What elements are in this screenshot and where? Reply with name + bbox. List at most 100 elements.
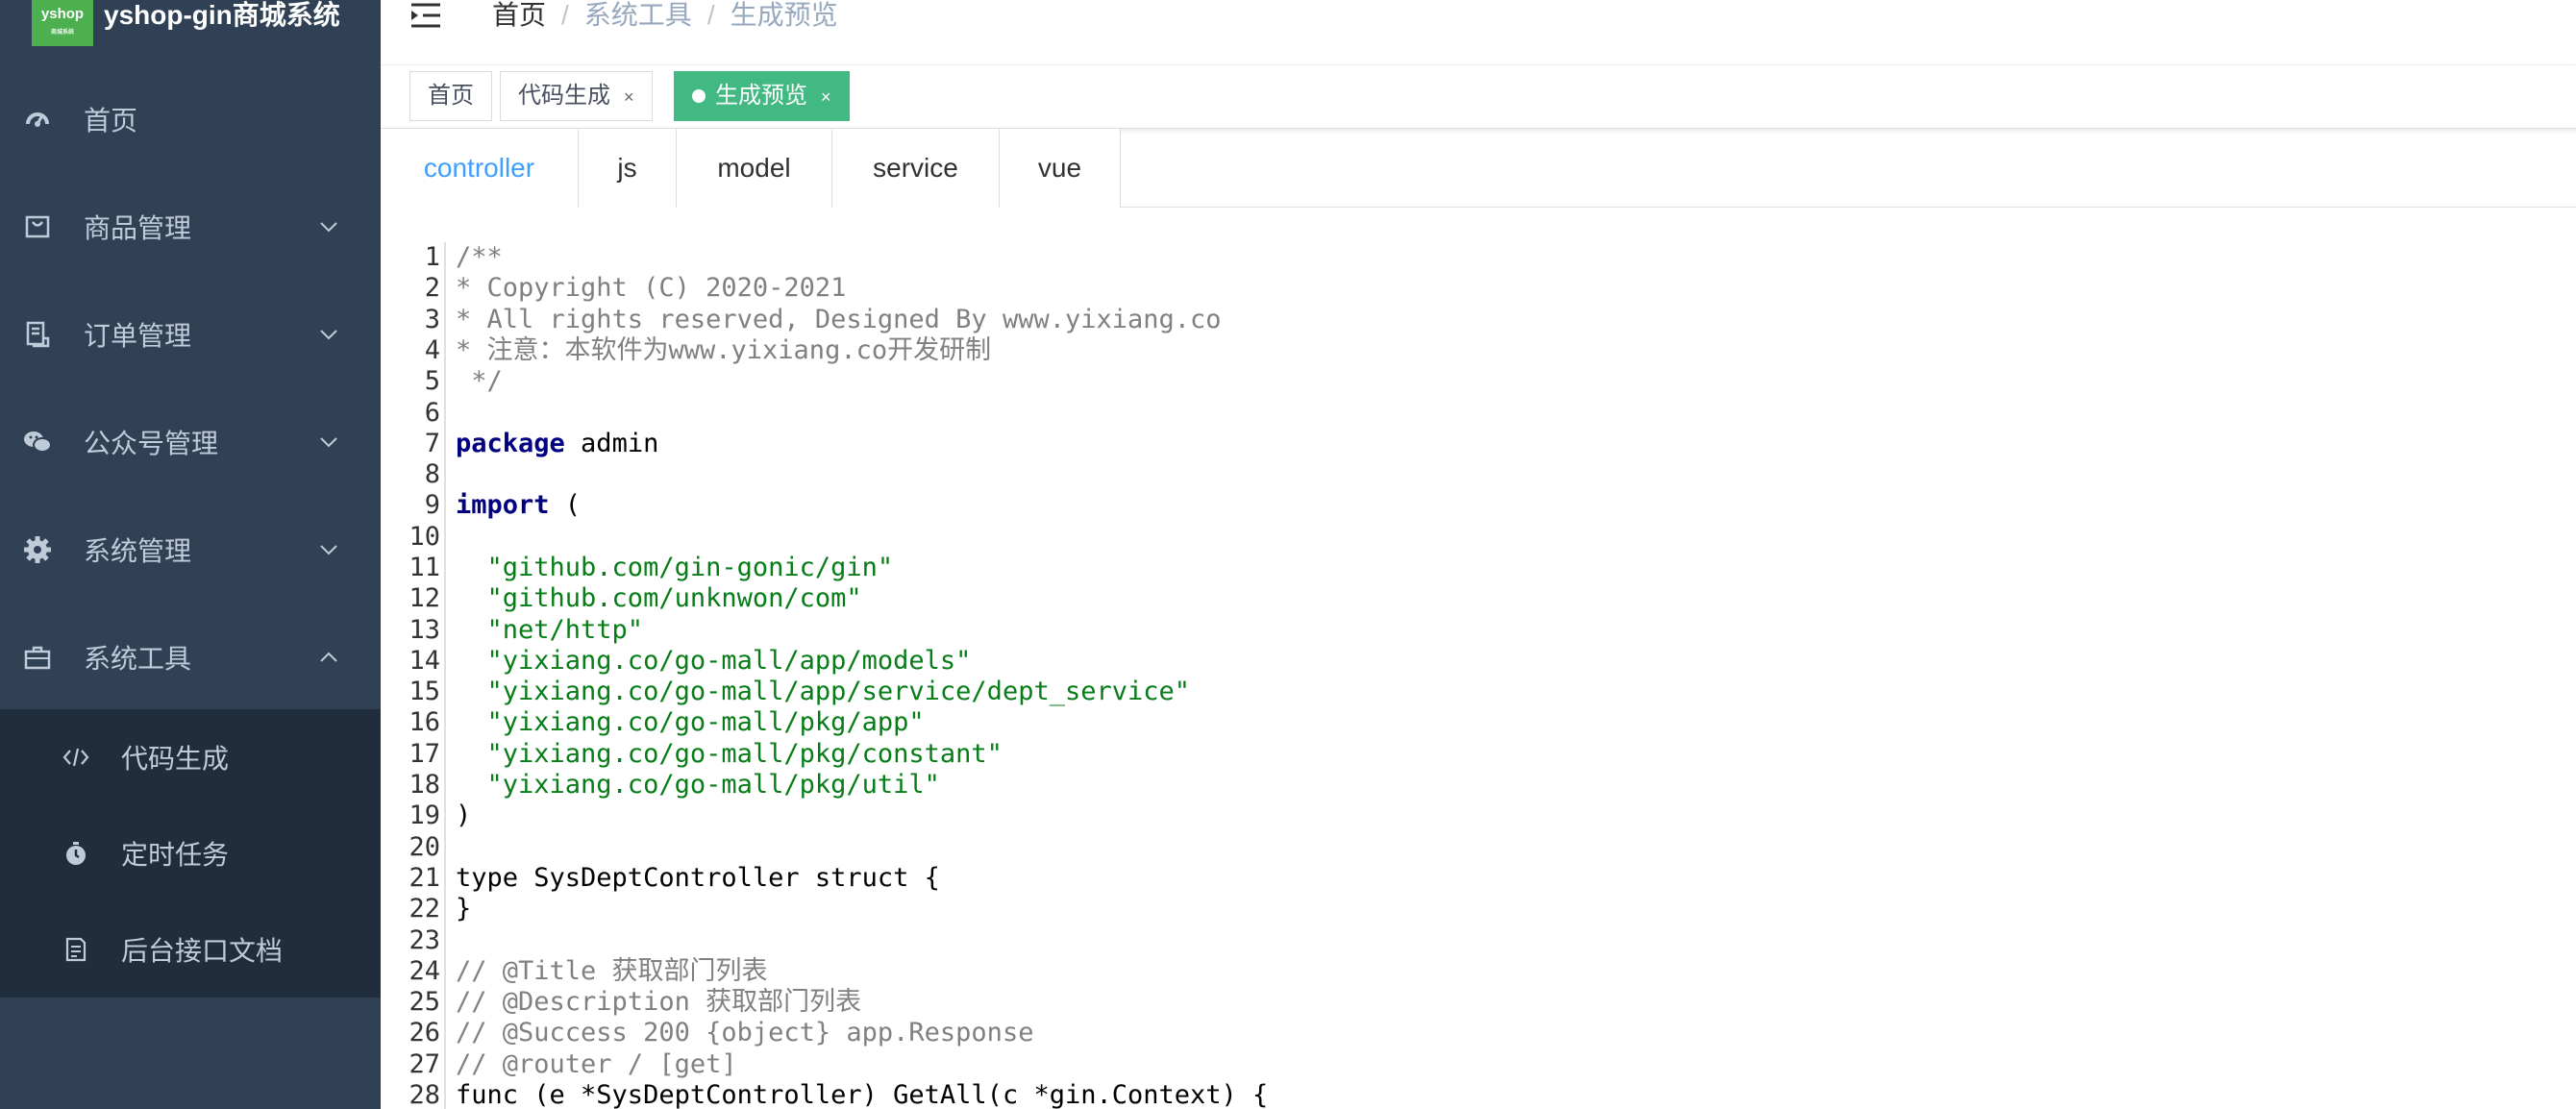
tag-label: 首页 xyxy=(428,83,474,109)
code-content: // @Title 获取部门列表 xyxy=(456,956,768,986)
hamburger-icon[interactable] xyxy=(409,0,442,31)
breadcrumb-separator: / xyxy=(561,0,569,30)
line-number: 14 xyxy=(409,646,440,676)
line-number: 19 xyxy=(409,801,440,830)
code-content: ( xyxy=(549,490,582,520)
code-content: "yixiang.co/go-mall/app/service/dept_ser… xyxy=(456,677,1191,706)
logo-row[interactable]: yshop 商城系统 yshop-gin商城系统 xyxy=(0,0,381,48)
sidebar-item-label: 公众号管理 xyxy=(84,429,219,458)
line-number: 27 xyxy=(409,1049,440,1079)
code-content: // @Success 200 {object} app.Response xyxy=(456,1018,1034,1047)
code-preview[interactable]: 1 /** 2 * Copyright (C) 2020-2021 3 * All rig… xyxy=(381,242,2576,1109)
tag-label: 代码生成 xyxy=(518,83,610,109)
sidebar-item-label: 代码生成 xyxy=(121,744,230,774)
code-text: "yixiang.co/go-mall/pkg/app" xyxy=(456,707,925,738)
wechat-icon xyxy=(23,428,52,456)
code-text: "yixiang.co/go-mall/app/models" xyxy=(456,646,972,677)
logo: yshop 商城系统 xyxy=(32,0,93,46)
sidebar-item-label: 定时任务 xyxy=(121,840,230,870)
line-number: 2 xyxy=(424,273,440,303)
code-content: ) xyxy=(456,801,472,830)
sidebar-item-products[interactable]: 商品管理 xyxy=(0,173,381,281)
sidebar-item-codegen[interactable]: 代码生成 xyxy=(0,709,381,805)
submenu-tools: 代码生成 定时任务 后台接口文档 xyxy=(0,709,381,998)
sidebar: yshop 商城系统 yshop-gin商城系统 首页 商品管理 订单管理 公众… xyxy=(0,0,381,1109)
code-text: // @Description 获取部门列表 xyxy=(456,987,861,1018)
tag-codegen[interactable]: 代码生成 × xyxy=(500,71,653,121)
main-content: 首页 / 系统工具 / 生成预览 首页 代码生成 × 生成预览 × controller j… xyxy=(381,0,2576,1109)
code-content: "yixiang.co/go-mall/app/models" xyxy=(456,646,972,676)
shopping-bag-icon xyxy=(23,212,52,241)
sidebar-item-label: 首页 xyxy=(84,106,138,136)
code-text: "github.com/unknwon/com" xyxy=(456,583,862,614)
tags-view: 首页 代码生成 × 生成预览 × xyxy=(381,65,2576,129)
line-number: 7 xyxy=(424,429,440,458)
code-tabs: controller js model service vue xyxy=(381,129,2576,208)
sidebar-item-label: 系统工具 xyxy=(84,644,192,674)
code-content: "yixiang.co/go-mall/pkg/app" xyxy=(456,707,925,737)
code-content: "github.com/gin-gonic/gin" xyxy=(456,553,894,582)
line-number: 1 xyxy=(424,242,440,272)
code-content: "net/http" xyxy=(456,615,644,645)
close-icon[interactable]: × xyxy=(624,87,634,107)
tag-label: 生成预览 xyxy=(715,83,807,109)
code-text: ) xyxy=(456,801,471,831)
line-number: 25 xyxy=(409,987,440,1017)
sidebar-item-orders[interactable]: 订单管理 xyxy=(0,281,381,388)
breadcrumb-home[interactable]: 首页 xyxy=(492,0,546,30)
code-text: func (e *SysDeptController) GetAll(c *gi… xyxy=(456,1080,1268,1109)
timer-icon xyxy=(62,839,90,868)
line-number: 10 xyxy=(409,522,440,552)
code-content: "github.com/unknwon/com" xyxy=(456,583,862,613)
tag-preview[interactable]: 生成预览 × xyxy=(674,71,850,121)
code-content: "yixiang.co/go-mall/pkg/constant" xyxy=(456,739,1003,769)
sidebar-item-api-docs[interactable]: 后台接口文档 xyxy=(0,901,381,998)
code-content: * Copyright (C) 2020-2021 xyxy=(456,273,847,303)
code-content: * 注意：本软件为www.yixiang.co开发研制 xyxy=(456,335,992,365)
code-text: import ( xyxy=(456,490,581,521)
code-text: // @Title 获取部门列表 xyxy=(456,956,768,987)
gear-icon xyxy=(23,535,52,564)
chevron-down-icon xyxy=(317,323,340,346)
code-content: "yixiang.co/go-mall/pkg/util" xyxy=(456,770,940,800)
code-text: // @router / [get] xyxy=(456,1049,737,1080)
breadcrumb-current: 生成预览 xyxy=(730,0,838,30)
code-content: */ xyxy=(456,366,503,396)
dashboard-icon xyxy=(23,105,52,134)
line-number: 11 xyxy=(409,553,440,582)
code-content: * All rights reserved, Designed By www.y… xyxy=(456,305,1222,334)
code-text: */ xyxy=(456,366,503,397)
line-number: 3 xyxy=(424,305,440,334)
sidebar-item-system[interactable]: 系统管理 xyxy=(0,496,381,604)
tab-vue[interactable]: vue xyxy=(1000,129,1121,208)
close-icon[interactable]: × xyxy=(821,87,831,107)
line-number: 15 xyxy=(409,677,440,706)
code-text: "yixiang.co/go-mall/app/service/dept_ser… xyxy=(456,677,1191,707)
tab-service[interactable]: service xyxy=(832,129,1000,208)
line-number: 6 xyxy=(424,398,440,428)
line-number: 12 xyxy=(409,583,440,613)
tab-js[interactable]: js xyxy=(579,129,677,208)
sidebar-item-wechat[interactable]: 公众号管理 xyxy=(0,388,381,496)
code-text: } xyxy=(456,894,471,924)
line-number: 23 xyxy=(409,925,440,955)
tab-model[interactable]: model xyxy=(677,129,832,208)
code-content: admin xyxy=(564,429,659,458)
line-number: 24 xyxy=(409,956,440,986)
app-title: yshop-gin商城系统 xyxy=(104,0,340,30)
chevron-up-icon xyxy=(317,646,340,669)
sidebar-item-label: 系统管理 xyxy=(84,536,192,566)
sidebar-item-timer[interactable]: 定时任务 xyxy=(0,805,381,901)
code-text: * All rights reserved, Designed By www.y… xyxy=(456,305,1222,335)
sidebar-item-label: 商品管理 xyxy=(84,213,192,243)
sidebar-item-home[interactable]: 首页 xyxy=(0,65,381,173)
sidebar-item-tools[interactable]: 系统工具 xyxy=(0,604,381,711)
tag-home[interactable]: 首页 xyxy=(409,71,492,121)
doc-icon xyxy=(62,935,90,964)
line-number: 17 xyxy=(409,739,440,769)
line-number: 21 xyxy=(409,863,440,893)
code-text: type SysDeptController struct { xyxy=(456,863,940,894)
line-number: 5 xyxy=(424,366,440,396)
code-content: // @Description 获取部门列表 xyxy=(456,987,862,1017)
tab-controller[interactable]: controller xyxy=(381,129,579,208)
